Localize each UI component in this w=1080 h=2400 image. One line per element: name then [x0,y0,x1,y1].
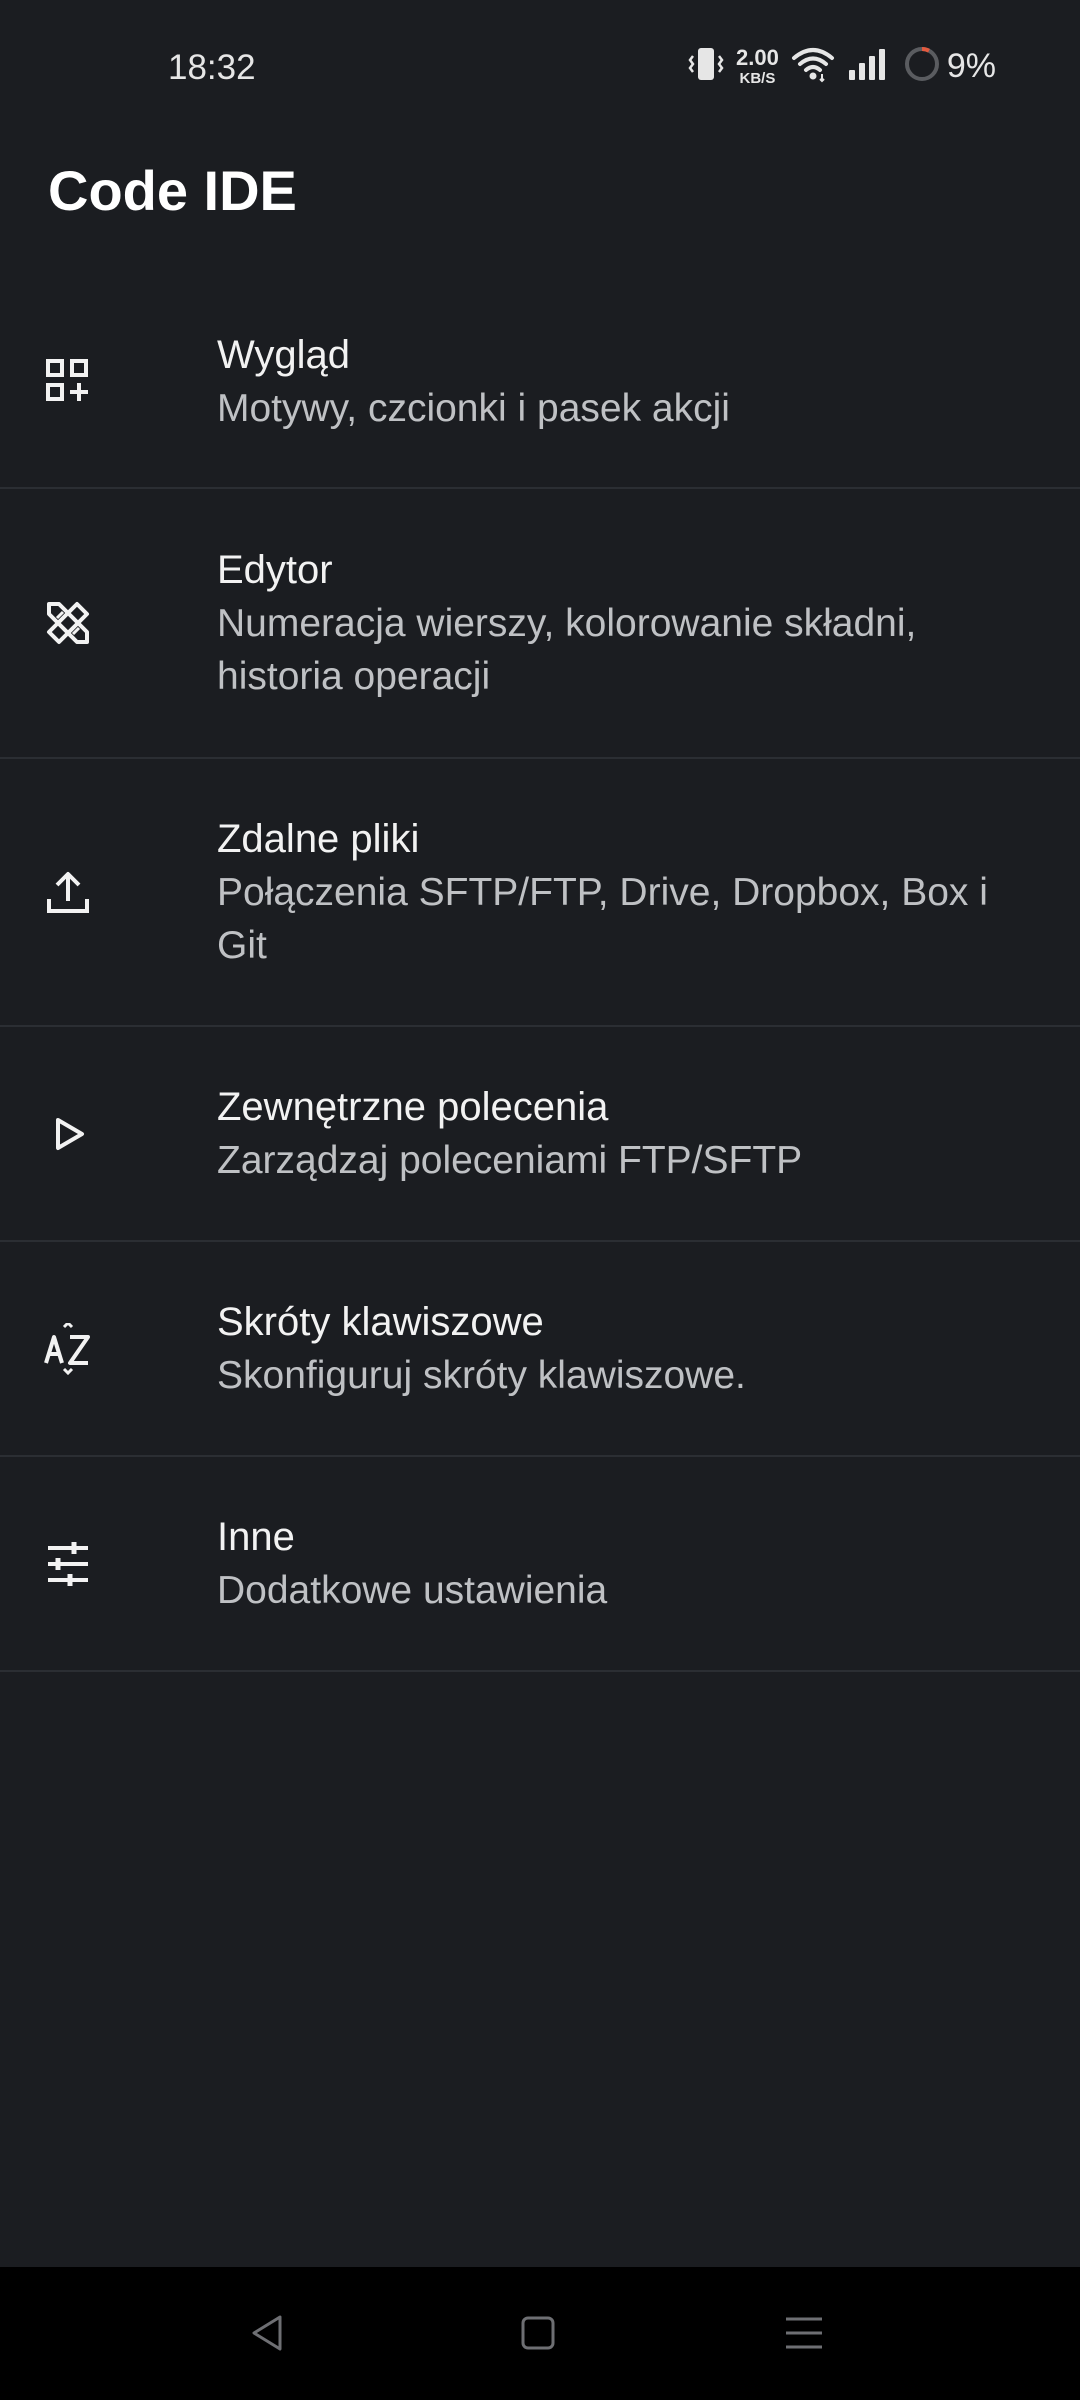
settings-item-appearance[interactable]: Wygląd Motywy, czcionki i pasek akcji [0,275,1080,489]
settings-item-subtitle: Numeracja wierszy, kolorowanie składni, … [217,602,917,698]
recents-icon[interactable] [774,2303,834,2363]
settings-item-subtitle: Skonfiguruj skróty klawiszowe. [217,1354,746,1397]
wifi-icon [791,44,835,89]
settings-item-subtitle: Dodatkowe ustawienia [217,1569,608,1612]
settings-item-title: Skróty klawiszowe [217,1300,544,1344]
settings-item-editor[interactable]: Edytor Numeracja wierszy, kolorowanie sk… [0,489,1080,759]
vibrate-icon [688,44,724,89]
navigation-bar [0,2267,1080,2400]
settings-item-external-commands[interactable]: Zewnętrzne polecenia Zarządzaj polecenia… [0,1027,1080,1242]
settings-item-subtitle: Motywy, czcionki i pasek akcji [217,386,730,430]
play-icon [40,1106,96,1162]
settings-item-subtitle: Zarządzaj poleceniami FTP/SFTP [217,1139,803,1182]
signal-icon [847,46,891,87]
page-title: Code IDE [48,159,297,222]
settings-item-text: Zewnętrzne polecenia Zarządzaj polecenia… [217,1080,842,1187]
settings-item-shortcuts[interactable]: Skróty klawiszowe Skonfiguruj skróty kla… [0,1242,1080,1457]
battery-percent: 9% [946,46,996,85]
settings-item-remote-files[interactable]: Zdalne pliki Połączenia SFTP/FTP, Drive,… [0,759,1080,1027]
tools-icon [40,595,96,651]
tune-icon [40,1536,96,1592]
status-time: 18:32 [168,48,256,87]
settings-list: Wygląd Motywy, czcionki i pasek akcji Ed… [0,275,1080,1672]
network-speed-value: 2.00 [736,44,779,70]
network-speed-unit: KB/S [739,69,776,87]
settings-item-text: Wygląd Motywy, czcionki i pasek akcji [217,328,770,435]
settings-item-text: Skróty klawiszowe Skonfiguruj skróty kla… [217,1295,786,1402]
settings-item-text: Edytor Numeracja wierszy, kolorowanie sk… [217,543,1080,703]
status-icons: 2.00 KB/S 9% [676,44,996,88]
settings-item-title: Zewnętrzne polecenia [217,1085,609,1129]
battery-icon [903,45,941,88]
upload-icon [40,864,96,920]
settings-item-text: Zdalne pliki Połączenia SFTP/FTP, Drive,… [217,812,1080,972]
settings-item-subtitle: Połączenia SFTP/FTP, Drive, Dropbox, Box… [217,871,988,967]
home-icon[interactable] [508,2303,568,2363]
network-speed: 2.00 KB/S [736,44,779,87]
sort-az-icon [40,1321,96,1377]
settings-item-text: Inne Dodatkowe ustawienia [217,1510,647,1617]
settings-screen: 18:32 2.00 KB/S 9% Code IDE Wygląd Motyw… [0,0,1080,2400]
widgets-icon [40,353,96,409]
back-icon[interactable] [238,2303,298,2363]
settings-item-title: Wygląd [217,332,351,377]
settings-item-title: Zdalne pliki [217,817,420,861]
settings-item-other[interactable]: Inne Dodatkowe ustawienia [0,1457,1080,1672]
settings-item-title: Edytor [217,548,333,592]
settings-item-title: Inne [217,1515,295,1559]
status-bar: 18:32 2.00 KB/S 9% [0,0,1080,138]
